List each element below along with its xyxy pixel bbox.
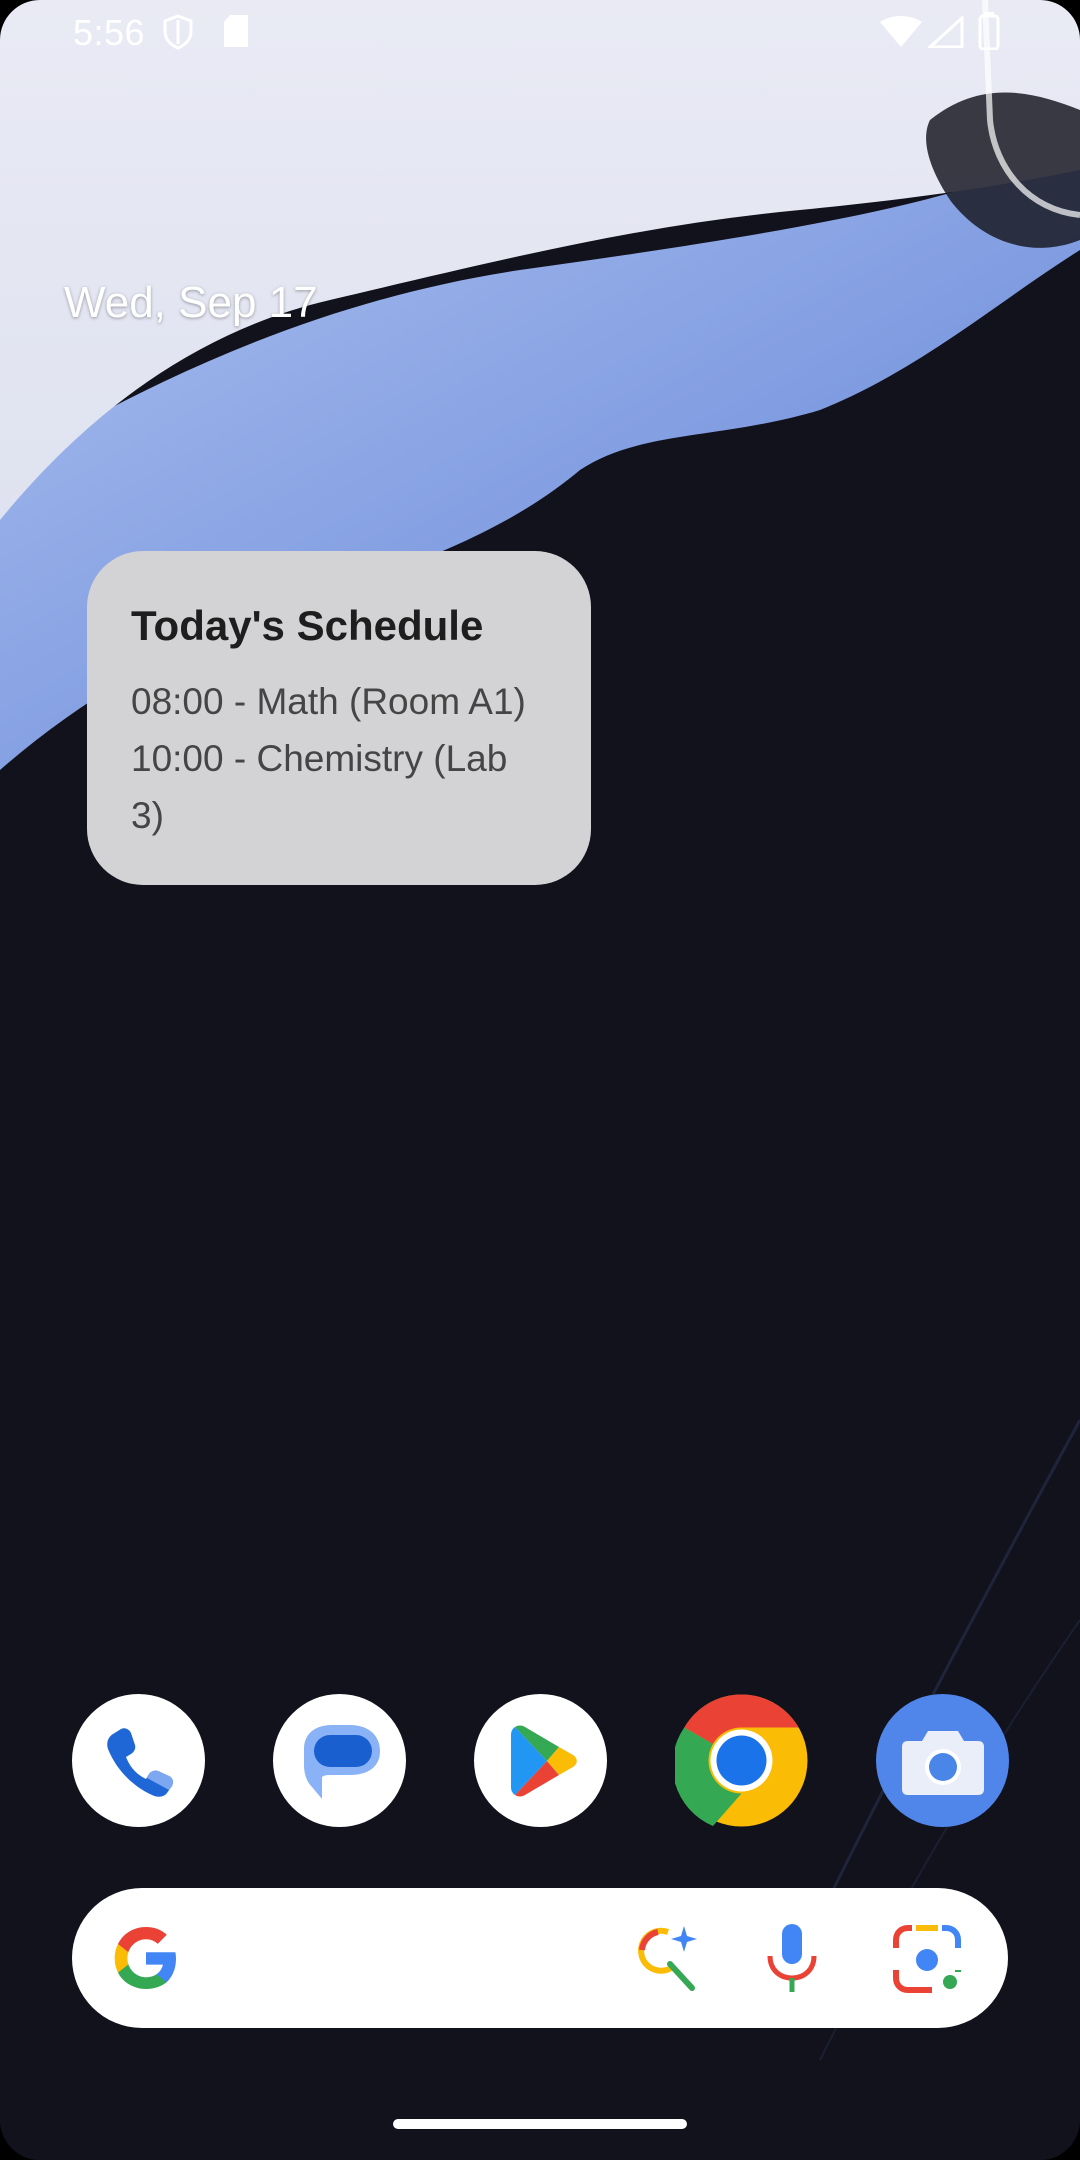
chrome-app-icon[interactable] xyxy=(675,1694,808,1827)
messages-icon xyxy=(303,1724,380,1799)
play-store-icon xyxy=(510,1725,577,1796)
camera-app-icon[interactable] xyxy=(876,1694,1009,1827)
google-search-bar[interactable] xyxy=(72,1888,1008,2028)
wifi-icon xyxy=(880,16,922,47)
schedule-item: 3) xyxy=(131,795,164,836)
home-date[interactable]: Wed, Sep 17 xyxy=(64,278,318,328)
schedule-widget[interactable]: Today's Schedule 08:00 - Math (Room A1) … xyxy=(87,551,591,885)
gesture-nav-handle[interactable] xyxy=(393,2119,687,2129)
ai-search-icon[interactable] xyxy=(630,1920,706,1996)
cell-signal-icon xyxy=(928,16,964,48)
battery-icon xyxy=(978,12,1000,50)
home-screen: 5:56 Wed, Sep 17 Today's Schedule 08:00 … xyxy=(0,0,1080,2160)
chrome-icon xyxy=(675,1694,808,1827)
google-lens-icon[interactable] xyxy=(892,1924,962,1994)
shield-icon xyxy=(163,14,193,50)
play-store-app-icon[interactable] xyxy=(474,1694,607,1827)
camera-icon xyxy=(901,1730,984,1795)
sd-card-icon xyxy=(224,15,248,47)
phone-app-icon[interactable] xyxy=(72,1694,205,1827)
schedule-item: 08:00 - Math (Room A1) xyxy=(131,681,526,722)
messages-app-icon[interactable] xyxy=(273,1694,406,1827)
microphone-icon[interactable] xyxy=(762,1920,822,1996)
widget-title: Today's Schedule xyxy=(131,602,484,649)
status-time: 5:56 xyxy=(73,12,146,53)
schedule-item: 10:00 - Chemistry (Lab xyxy=(131,738,508,779)
status-bar: 5:56 xyxy=(0,0,1080,64)
phone-icon xyxy=(106,1727,173,1797)
google-g-icon xyxy=(114,1927,176,1989)
